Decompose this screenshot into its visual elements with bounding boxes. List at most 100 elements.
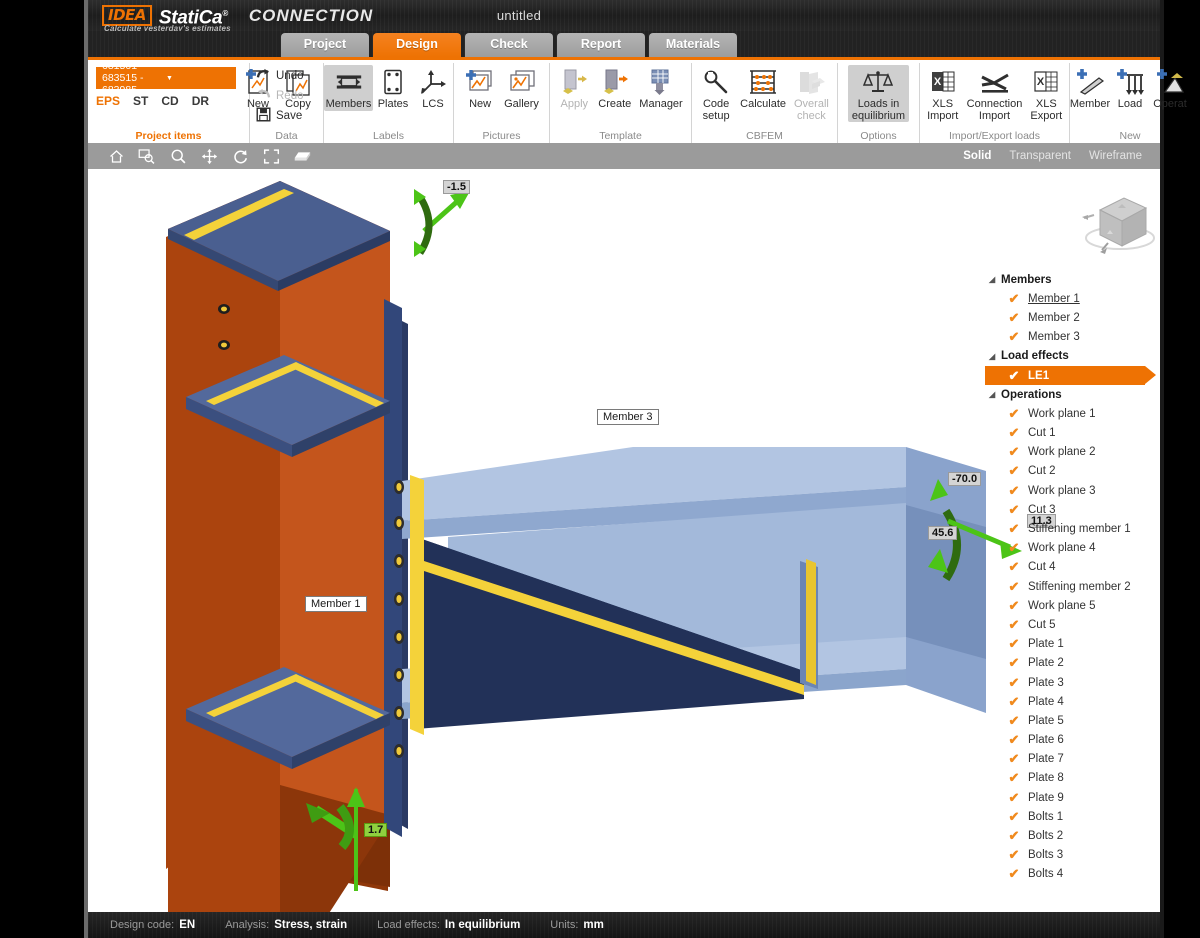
tree-item-plate-2[interactable]: ✔Plate 2 [985,654,1160,673]
view-orientation-cube[interactable] [1078,186,1162,258]
code-shortcut-eps[interactable]: EPS [96,94,120,108]
tab-materials[interactable]: Materials [649,33,737,57]
tree-item-plate-8[interactable]: ✔Plate 8 [985,769,1160,788]
checkbox-checked-icon[interactable]: ✔ [1007,292,1021,306]
ribbon-item-code-setup[interactable]: Code setup [696,65,736,122]
checkbox-checked-icon[interactable]: ✔ [1007,618,1021,632]
tree-item-stiffening-member-2[interactable]: ✔Stiffening member 2 [985,577,1160,596]
ribbon-item-create[interactable]: Create [594,65,635,111]
ribbon-item-member[interactable]: Member [1070,65,1110,111]
checkbox-checked-icon[interactable]: ✔ [1007,426,1021,440]
tree-item-bolts-1[interactable]: ✔Bolts 1 [985,807,1160,826]
tree-item-cut-5[interactable]: ✔Cut 5 [985,615,1160,634]
checkbox-checked-icon[interactable]: ✔ [1007,676,1021,690]
checkbox-checked-icon[interactable]: ✔ [1007,311,1021,325]
checkbox-checked-icon[interactable]: ✔ [1007,541,1021,555]
tree-item-cut-2[interactable]: ✔Cut 2 [985,462,1160,481]
tree-item-member-3[interactable]: ✔Member 3 [985,328,1160,347]
expand-collapse-icon[interactable]: ◢ [989,390,1001,399]
tree-item-plate-5[interactable]: ✔Plate 5 [985,711,1160,730]
checkbox-checked-icon[interactable]: ✔ [1007,791,1021,805]
checkbox-checked-icon[interactable]: ✔ [1007,484,1021,498]
ribbon-item-xls-import[interactable]: XXLS Import [923,65,963,122]
tree-item-plate-6[interactable]: ✔Plate 6 [985,731,1160,750]
checkbox-checked-icon[interactable]: ✔ [1007,829,1021,843]
project-item-selector[interactable]: 681501 - 683515 - 683985▼ [96,67,236,89]
ribbon-item-load[interactable]: Load [1110,65,1150,111]
tab-check[interactable]: Check [465,33,553,57]
checkbox-checked-icon[interactable]: ✔ [1007,733,1021,747]
ribbon-item-connection-import[interactable]: Connection Import [963,65,1027,122]
checkbox-checked-icon[interactable]: ✔ [1007,599,1021,613]
view-mode-transparent[interactable]: Transparent [1009,150,1071,162]
tree-item-bolts-2[interactable]: ✔Bolts 2 [985,826,1160,845]
tree-item-stiffening-member-1[interactable]: ✔Stiffening member 1 [985,519,1160,538]
tree-item-work-plane-3[interactable]: ✔Work plane 3 [985,481,1160,500]
tree-group-load-effects[interactable]: ◢Load effects [985,347,1160,366]
ribbon-item-plates[interactable]: Plates [373,65,413,111]
checkbox-checked-icon[interactable]: ✔ [1007,771,1021,785]
checkbox-checked-icon[interactable]: ✔ [1007,637,1021,651]
ribbon-item-undo[interactable]: Undo [256,66,317,86]
tree-item-plate-1[interactable]: ✔Plate 1 [985,635,1160,654]
tree-item-work-plane-1[interactable]: ✔Work plane 1 [985,404,1160,423]
ribbon-item-manager[interactable]: Manager [635,65,686,111]
checkbox-checked-icon[interactable]: ✔ [1007,752,1021,766]
home-icon[interactable] [106,146,126,166]
code-shortcut-cd[interactable]: CD [161,94,178,108]
checkbox-checked-icon[interactable]: ✔ [1007,867,1021,881]
tab-report[interactable]: Report [557,33,645,57]
ribbon-item-operat[interactable]: Operat [1150,65,1190,111]
rotate-icon[interactable] [230,146,250,166]
tree-item-bolts-4[interactable]: ✔Bolts 4 [985,865,1160,884]
checkbox-checked-icon[interactable]: ✔ [1007,560,1021,574]
view-mode-solid[interactable]: Solid [963,150,991,162]
ribbon-item-xls-export[interactable]: XXLS Export [1026,65,1066,122]
checkbox-checked-icon[interactable]: ✔ [1007,656,1021,670]
tree-item-plate-9[interactable]: ✔Plate 9 [985,788,1160,807]
code-shortcut-dr[interactable]: DR [192,94,209,108]
checkbox-checked-icon[interactable]: ✔ [1007,503,1021,517]
ribbon-item-new[interactable]: New [460,65,500,111]
checkbox-checked-icon[interactable]: ✔ [1007,407,1021,421]
zoom-icon[interactable] [168,146,188,166]
view-mode-wireframe[interactable]: Wireframe [1089,150,1142,162]
shading-box-icon[interactable] [292,146,312,166]
code-shortcut-st[interactable]: ST [133,94,148,108]
checkbox-checked-icon[interactable]: ✔ [1007,580,1021,594]
tree-item-work-plane-2[interactable]: ✔Work plane 2 [985,443,1160,462]
tab-design[interactable]: Design [373,33,461,57]
zoom-window-icon[interactable] [137,146,157,166]
checkbox-checked-icon[interactable]: ✔ [1007,714,1021,728]
checkbox-checked-icon[interactable]: ✔ [1007,810,1021,824]
tab-project[interactable]: Project [281,33,369,57]
ribbon-item-members[interactable]: Members [324,65,373,111]
tree-item-plate-7[interactable]: ✔Plate 7 [985,750,1160,769]
checkbox-checked-icon[interactable]: ✔ [1007,695,1021,709]
tree-item-cut-1[interactable]: ✔Cut 1 [985,424,1160,443]
tree-item-member-1[interactable]: ✔Member 1 [985,289,1160,308]
tree-group-members[interactable]: ◢Members [985,270,1160,289]
checkbox-checked-icon[interactable]: ✔ [1007,330,1021,344]
pan-icon[interactable] [199,146,219,166]
checkbox-checked-icon[interactable]: ✔ [1007,522,1021,536]
ribbon-item-gallery[interactable]: Gallery [500,65,543,111]
checkbox-checked-icon[interactable]: ✔ [1007,369,1021,383]
tree-item-le1[interactable]: ✔LE1 [985,366,1145,385]
fit-to-screen-icon[interactable] [261,146,281,166]
checkbox-checked-icon[interactable]: ✔ [1007,848,1021,862]
model-tree[interactable]: ◢Members✔Member 1✔Member 2✔Member 3◢Load… [985,270,1160,895]
tree-item-cut-4[interactable]: ✔Cut 4 [985,558,1160,577]
ribbon-item-calculate[interactable]: Calculate [736,65,790,111]
tree-item-plate-4[interactable]: ✔Plate 4 [985,692,1160,711]
checkbox-checked-icon[interactable]: ✔ [1007,464,1021,478]
tree-group-operations[interactable]: ◢Operations [985,385,1160,404]
tree-item-bolts-3[interactable]: ✔Bolts 3 [985,846,1160,865]
tree-item-work-plane-5[interactable]: ✔Work plane 5 [985,596,1160,615]
tree-item-plate-3[interactable]: ✔Plate 3 [985,673,1160,692]
ribbon-item-loads-in-equilibrium[interactable]: Loads in equilibrium [848,65,909,122]
tree-item-cut-3[interactable]: ✔Cut 3 [985,500,1160,519]
expand-collapse-icon[interactable]: ◢ [989,275,1001,284]
tree-item-member-2[interactable]: ✔Member 2 [985,308,1160,327]
ribbon-item-lcs[interactable]: LCS [413,65,453,111]
